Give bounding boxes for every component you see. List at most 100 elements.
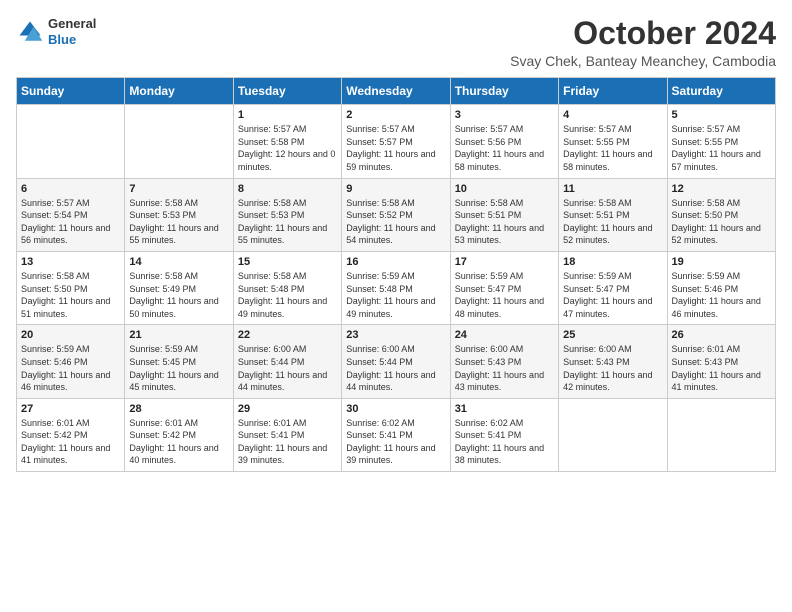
week-row-3: 13Sunrise: 5:58 AMSunset: 5:50 PMDayligh… bbox=[17, 251, 776, 324]
day-number: 22 bbox=[238, 329, 337, 341]
weekday-header-row: SundayMondayTuesdayWednesdayThursdayFrid… bbox=[17, 78, 776, 105]
week-row-4: 20Sunrise: 5:59 AMSunset: 5:46 PMDayligh… bbox=[17, 325, 776, 398]
calendar-cell: 15 Sunrise: 5:58 AMSunset: 5:48 PMDayligh… bbox=[233, 251, 341, 324]
weekday-header-tuesday: Tuesday bbox=[233, 78, 341, 105]
day-info: Sunrise: 6:00 AMSunset: 5:43 PMDaylight:… bbox=[455, 343, 554, 393]
calendar-cell: 26 Sunrise: 6:01 AMSunset: 5:43 PMDayligh… bbox=[667, 325, 775, 398]
calendar-cell: 19 Sunrise: 5:59 AMSunset: 5:46 PMDayligh… bbox=[667, 251, 775, 324]
day-number: 31 bbox=[455, 403, 554, 415]
weekday-header-monday: Monday bbox=[125, 78, 233, 105]
calendar-cell: 27 Sunrise: 6:01 AMSunset: 5:42 PMDayligh… bbox=[17, 398, 125, 471]
weekday-header-wednesday: Wednesday bbox=[342, 78, 450, 105]
calendar-cell bbox=[559, 398, 667, 471]
day-number: 26 bbox=[672, 329, 771, 341]
day-info: Sunrise: 5:59 AMSunset: 5:46 PMDaylight:… bbox=[672, 270, 771, 320]
calendar-cell: 24 Sunrise: 6:00 AMSunset: 5:43 PMDayligh… bbox=[450, 325, 558, 398]
day-number: 1 bbox=[238, 109, 337, 121]
day-info: Sunrise: 5:58 AMSunset: 5:51 PMDaylight:… bbox=[563, 197, 662, 247]
calendar-cell: 21 Sunrise: 5:59 AMSunset: 5:45 PMDayligh… bbox=[125, 325, 233, 398]
day-info: Sunrise: 5:57 AMSunset: 5:56 PMDaylight:… bbox=[455, 123, 554, 173]
day-info: Sunrise: 5:58 AMSunset: 5:50 PMDaylight:… bbox=[672, 197, 771, 247]
day-info: Sunrise: 5:59 AMSunset: 5:47 PMDaylight:… bbox=[455, 270, 554, 320]
calendar-cell: 9 Sunrise: 5:58 AMSunset: 5:52 PMDaylight… bbox=[342, 178, 450, 251]
calendar-cell: 13Sunrise: 5:58 AMSunset: 5:50 PMDayligh… bbox=[17, 251, 125, 324]
calendar-cell: 5 Sunrise: 5:57 AMSunset: 5:55 PMDaylight… bbox=[667, 105, 775, 178]
week-row-5: 27 Sunrise: 6:01 AMSunset: 5:42 PMDayligh… bbox=[17, 398, 776, 471]
calendar-cell: 20Sunrise: 5:59 AMSunset: 5:46 PMDayligh… bbox=[17, 325, 125, 398]
day-number: 21 bbox=[129, 329, 228, 341]
day-info: Sunrise: 5:59 AMSunset: 5:45 PMDaylight:… bbox=[129, 343, 228, 393]
day-number: 15 bbox=[238, 256, 337, 268]
day-info: Sunrise: 5:58 AMSunset: 5:52 PMDaylight:… bbox=[346, 197, 445, 247]
calendar-cell bbox=[125, 105, 233, 178]
day-info: Sunrise: 5:59 AMSunset: 5:48 PMDaylight:… bbox=[346, 270, 445, 320]
day-info: Sunrise: 6:01 AMSunset: 5:42 PMDaylight:… bbox=[21, 417, 120, 467]
week-row-1: 1 Sunrise: 5:57 AMSunset: 5:58 PMDaylight… bbox=[17, 105, 776, 178]
day-number: 7 bbox=[129, 183, 228, 195]
day-number: 29 bbox=[238, 403, 337, 415]
day-info: Sunrise: 6:00 AMSunset: 5:44 PMDaylight:… bbox=[238, 343, 337, 393]
day-info: Sunrise: 5:59 AMSunset: 5:47 PMDaylight:… bbox=[563, 270, 662, 320]
day-info: Sunrise: 5:57 AMSunset: 5:55 PMDaylight:… bbox=[672, 123, 771, 173]
day-number: 27 bbox=[21, 403, 120, 415]
calendar-cell: 28Sunrise: 6:01 AMSunset: 5:42 PMDayligh… bbox=[125, 398, 233, 471]
day-number: 24 bbox=[455, 329, 554, 341]
day-info: Sunrise: 6:02 AMSunset: 5:41 PMDaylight:… bbox=[455, 417, 554, 467]
day-number: 6 bbox=[21, 183, 120, 195]
month-title: October 2024 bbox=[510, 16, 776, 51]
day-info: Sunrise: 6:01 AMSunset: 5:43 PMDaylight:… bbox=[672, 343, 771, 393]
calendar-cell bbox=[667, 398, 775, 471]
header: General Blue October 2024 Svay Chek, Ban… bbox=[16, 16, 776, 69]
day-number: 4 bbox=[563, 109, 662, 121]
day-number: 8 bbox=[238, 183, 337, 195]
day-number: 13 bbox=[21, 256, 120, 268]
day-number: 23 bbox=[346, 329, 445, 341]
calendar-cell: 8 Sunrise: 5:58 AMSunset: 5:53 PMDaylight… bbox=[233, 178, 341, 251]
calendar-cell: 12Sunrise: 5:58 AMSunset: 5:50 PMDayligh… bbox=[667, 178, 775, 251]
calendar-cell bbox=[17, 105, 125, 178]
day-number: 10 bbox=[455, 183, 554, 195]
title-area: October 2024 Svay Chek, Banteay Meanchey… bbox=[510, 16, 776, 69]
logo-blue-label: Blue bbox=[48, 32, 96, 48]
calendar-cell: 18Sunrise: 5:59 AMSunset: 5:47 PMDayligh… bbox=[559, 251, 667, 324]
day-number: 16 bbox=[346, 256, 445, 268]
calendar-cell: 3 Sunrise: 5:57 AMSunset: 5:56 PMDaylight… bbox=[450, 105, 558, 178]
weekday-header-sunday: Sunday bbox=[17, 78, 125, 105]
logo-text: General Blue bbox=[48, 16, 96, 47]
day-number: 5 bbox=[672, 109, 771, 121]
day-info: Sunrise: 5:57 AMSunset: 5:58 PMDaylight:… bbox=[238, 123, 337, 173]
calendar-cell: 25 Sunrise: 6:00 AMSunset: 5:43 PMDayligh… bbox=[559, 325, 667, 398]
day-info: Sunrise: 5:57 AMSunset: 5:54 PMDaylight:… bbox=[21, 197, 120, 247]
calendar-cell: 10Sunrise: 5:58 AMSunset: 5:51 PMDayligh… bbox=[450, 178, 558, 251]
day-info: Sunrise: 5:58 AMSunset: 5:53 PMDaylight:… bbox=[238, 197, 337, 247]
day-number: 25 bbox=[563, 329, 662, 341]
calendar-cell: 16 Sunrise: 5:59 AMSunset: 5:48 PMDayligh… bbox=[342, 251, 450, 324]
page-container: General Blue October 2024 Svay Chek, Ban… bbox=[16, 16, 776, 472]
day-info: Sunrise: 6:01 AMSunset: 5:41 PMDaylight:… bbox=[238, 417, 337, 467]
calendar-cell: 22 Sunrise: 6:00 AMSunset: 5:44 PMDayligh… bbox=[233, 325, 341, 398]
day-info: Sunrise: 6:02 AMSunset: 5:41 PMDaylight:… bbox=[346, 417, 445, 467]
day-number: 28 bbox=[129, 403, 228, 415]
calendar-cell: 29 Sunrise: 6:01 AMSunset: 5:41 PMDayligh… bbox=[233, 398, 341, 471]
calendar-cell: 2Sunrise: 5:57 AMSunset: 5:57 PMDaylight… bbox=[342, 105, 450, 178]
calendar-cell: 4 Sunrise: 5:57 AMSunset: 5:55 PMDaylight… bbox=[559, 105, 667, 178]
calendar-cell: 23Sunrise: 6:00 AMSunset: 5:44 PMDayligh… bbox=[342, 325, 450, 398]
day-number: 14 bbox=[129, 256, 228, 268]
day-number: 3 bbox=[455, 109, 554, 121]
day-number: 9 bbox=[346, 183, 445, 195]
day-number: 17 bbox=[455, 256, 554, 268]
day-info: Sunrise: 5:59 AMSunset: 5:46 PMDaylight:… bbox=[21, 343, 120, 393]
week-row-2: 6 Sunrise: 5:57 AMSunset: 5:54 PMDaylight… bbox=[17, 178, 776, 251]
logo-general-label: General bbox=[48, 16, 96, 32]
calendar-cell: 17 Sunrise: 5:59 AMSunset: 5:47 PMDayligh… bbox=[450, 251, 558, 324]
day-number: 11 bbox=[563, 183, 662, 195]
weekday-header-friday: Friday bbox=[559, 78, 667, 105]
day-info: Sunrise: 5:58 AMSunset: 5:53 PMDaylight:… bbox=[129, 197, 228, 247]
day-info: Sunrise: 6:00 AMSunset: 5:43 PMDaylight:… bbox=[563, 343, 662, 393]
day-info: Sunrise: 5:58 AMSunset: 5:48 PMDaylight:… bbox=[238, 270, 337, 320]
day-info: Sunrise: 5:57 AMSunset: 5:57 PMDaylight:… bbox=[346, 123, 445, 173]
calendar-cell: 30Sunrise: 6:02 AMSunset: 5:41 PMDayligh… bbox=[342, 398, 450, 471]
day-number: 19 bbox=[672, 256, 771, 268]
day-info: Sunrise: 5:57 AMSunset: 5:55 PMDaylight:… bbox=[563, 123, 662, 173]
calendar-cell: 7 Sunrise: 5:58 AMSunset: 5:53 PMDaylight… bbox=[125, 178, 233, 251]
